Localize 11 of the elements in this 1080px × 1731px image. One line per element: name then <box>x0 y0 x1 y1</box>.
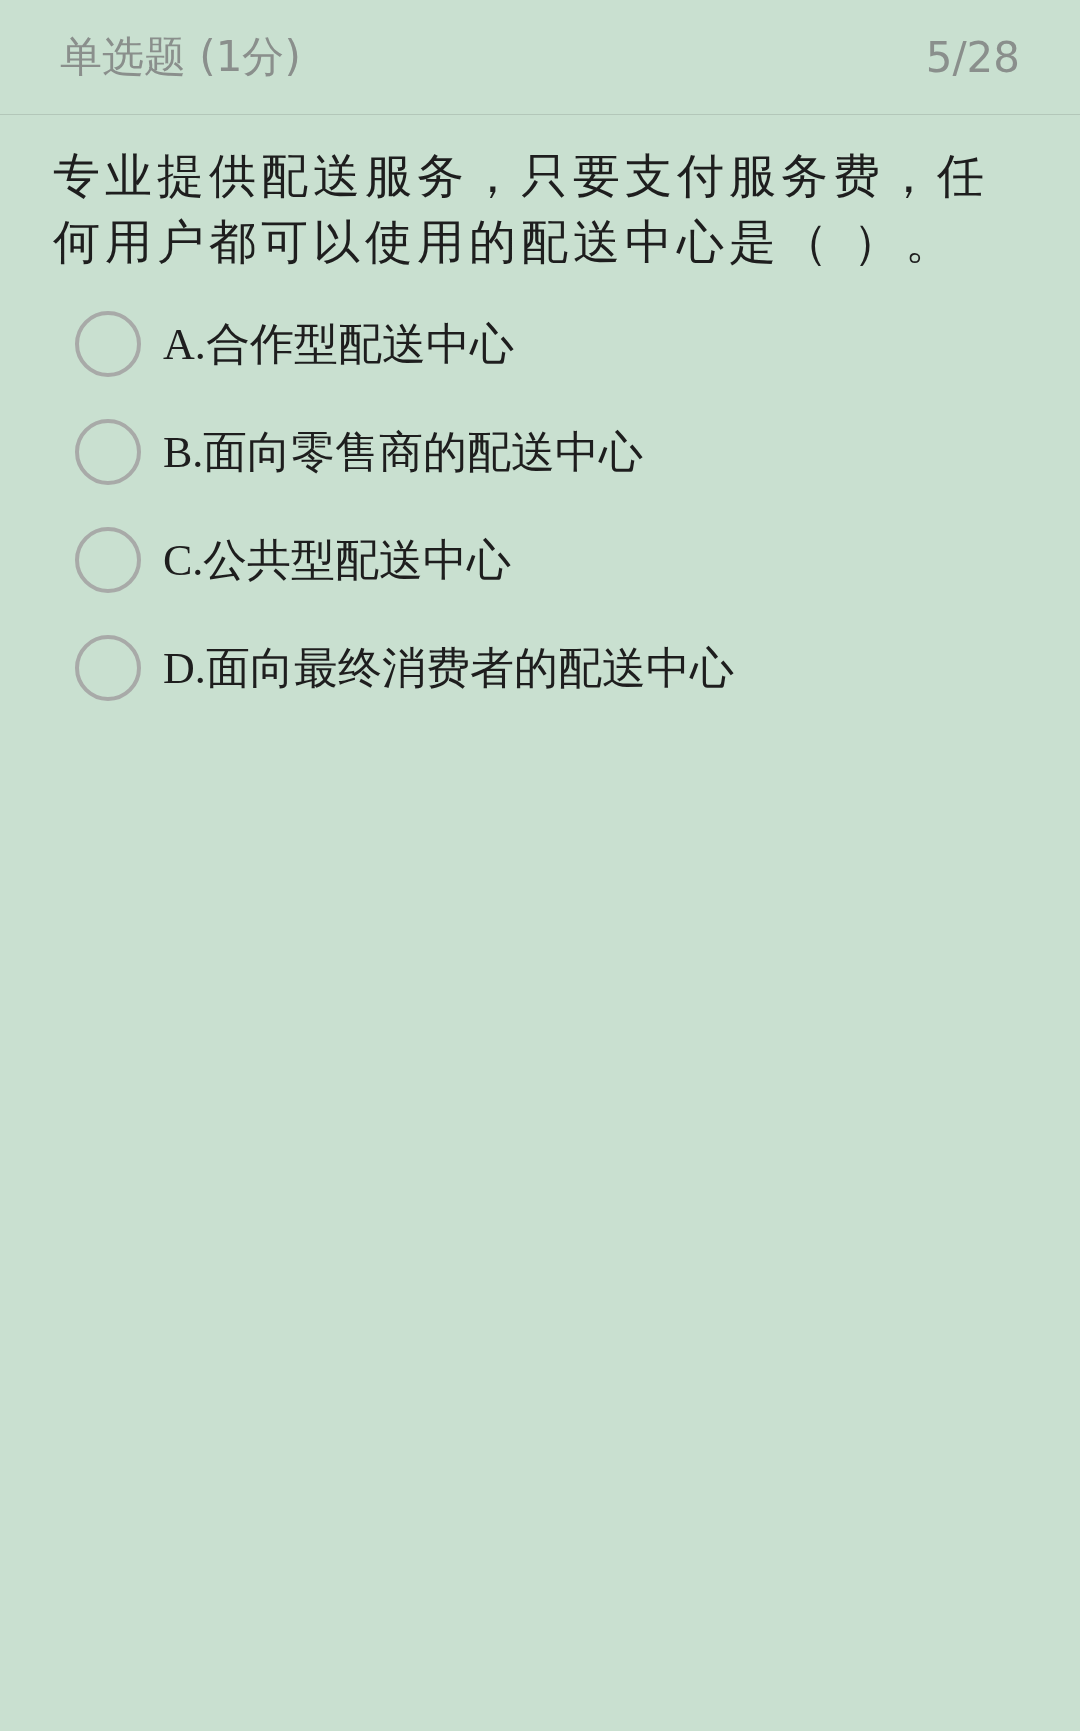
option-label[interactable]: C.公共型配送中心 <box>163 530 512 590</box>
question-text: 专业提供配送服务，只要支付服务费，任何用户都可以使用的配送中心是（ ）。 <box>53 147 990 271</box>
progress-counter: 5/28 <box>925 32 1020 82</box>
question-type: 单选题 (1分) <box>60 31 301 83</box>
radio-button[interactable] <box>75 527 141 593</box>
option-label[interactable]: D.面向最终消费者的配送中心 <box>163 638 734 698</box>
radio-button[interactable] <box>75 635 141 701</box>
radio-button[interactable] <box>75 419 141 485</box>
option-label[interactable]: B.面向零售商的配送中心 <box>163 422 644 482</box>
option-label[interactable]: A.合作型配送中心 <box>163 314 514 374</box>
radio-button[interactable] <box>75 311 141 377</box>
